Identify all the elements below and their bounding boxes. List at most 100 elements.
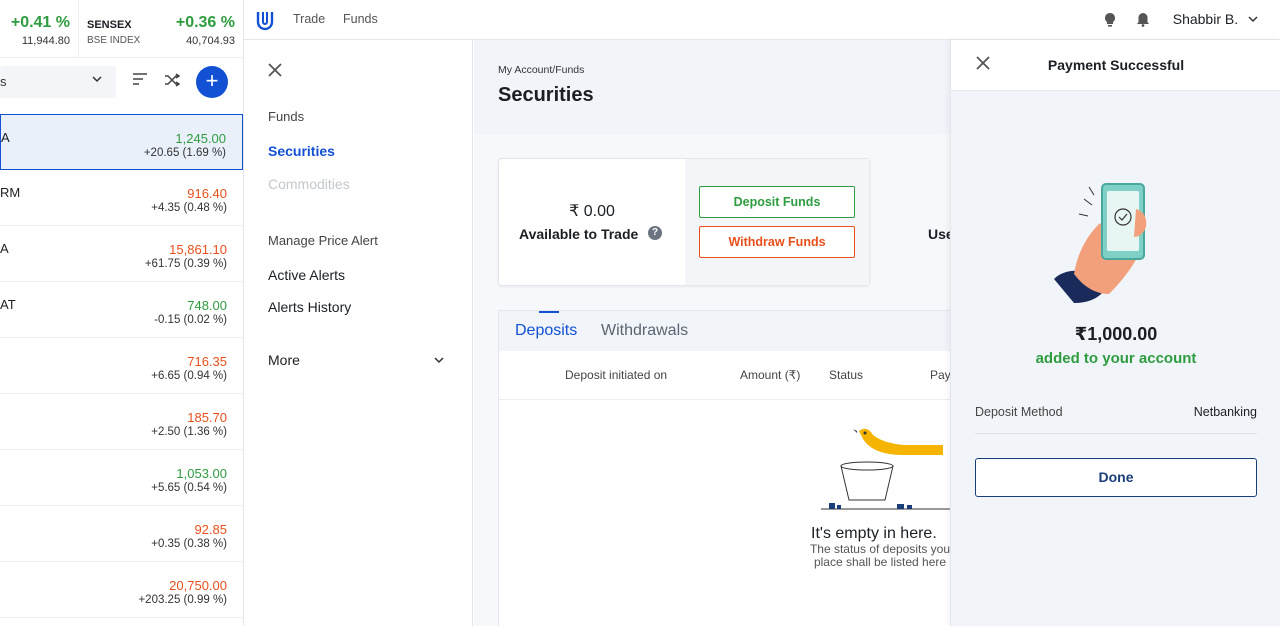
row-price: 15,861.10 [169,242,227,257]
row-price: 716.35 [187,354,227,369]
row-change: +5.65 (0.54 %) [151,482,227,494]
funds-main: My Account/Funds Securities ₹ 0.00 Avail… [474,40,950,626]
col-deposit-initiated: Deposit initiated on [565,368,668,382]
menu-funds-heading: Funds [268,109,305,124]
shuffle-icon[interactable] [163,72,181,90]
balance-info: ₹ 0.00 Available to Trade ? [499,159,685,285]
nav-trade[interactable]: Trade [293,12,325,26]
row-price: 92.85 [194,522,227,537]
user-name: Shabbir B. [1172,11,1239,27]
lightbulb-icon[interactable] [1104,12,1116,30]
index-value: 40,704.93 [186,35,235,47]
menu-item-alerts-history[interactable]: Alerts History [268,299,351,315]
empty-bird-illustration [809,421,950,511]
row-price: 185.70 [187,410,227,425]
row-symbol: A [1,130,10,145]
row-change: +4.35 (0.48 %) [151,202,227,214]
sort-icon[interactable] [131,72,149,90]
deposit-funds-button[interactable]: Deposit Funds [699,186,855,218]
watchlist-row[interactable]: 1,053.00 +5.65 (0.54 %) [0,450,243,506]
menu-alerts-heading: Manage Price Alert [268,233,378,248]
row-change: +20.65 (1.69 %) [143,147,226,159]
phone-success-illustration [1054,179,1164,304]
help-icon[interactable]: ? [648,226,662,240]
page-title: Securities [498,84,594,106]
bell-icon[interactable] [1136,12,1150,30]
menu-item-commodities[interactable]: Commodities [268,176,350,192]
watchlist-row[interactable]: 716.35 +6.65 (0.94 %) [0,338,243,394]
empty-state-title: It's empty in here. [811,525,937,542]
withdraw-funds-button[interactable]: Withdraw Funds [699,226,855,258]
watchlist-row[interactable]: A 1,245.00 +20.65 (1.69 %) [0,114,243,170]
watchlist-row[interactable]: 20,750.00 +203.25 (0.99 %) [0,562,243,618]
col-payment: Pay [930,368,950,382]
row-change: -0.15 (0.02 %) [154,314,227,326]
close-icon[interactable] [268,60,282,83]
tab-withdrawals[interactable]: Withdrawals [601,322,688,340]
chevron-down-icon [1248,11,1258,27]
chevron-down-icon [92,73,102,87]
user-menu[interactable]: Shabbir B. [1173,11,1258,27]
top-navbar: Trade Funds Shabbir B. [244,0,1280,40]
add-scrip-button[interactable]: + [196,66,228,98]
page-header: My Account/Funds Securities [474,40,950,134]
index-change: +0.36 % [175,14,235,31]
col-amount: Amount (₹) [740,368,801,382]
table-header: Deposit initiated on Amount (₹) Status P… [499,351,950,400]
watchlist-row[interactable]: RM 916.40 +4.35 (0.48 %) [0,170,243,226]
menu-item-active-alerts[interactable]: Active Alerts [268,267,345,283]
done-button[interactable]: Done [975,458,1257,497]
panel-body: ₹1,000.00 added to your account Deposit … [951,91,1280,626]
menu-item-more[interactable]: More [268,352,300,368]
row-change: +0.35 (0.38 %) [151,538,227,550]
deposit-method-row: Deposit Method Netbanking [975,402,1257,434]
row-symbol: A [0,241,9,256]
panel-header: Payment Successful [951,40,1280,91]
watchlist-panel: +0.41 % 11,944.80 SENSEX BSE INDEX +0.36… [0,0,244,626]
row-price: 1,245.00 [175,131,226,146]
watchlist-row[interactable]: 92.85 +0.35 (0.38 %) [0,506,243,562]
partial-text: Use [928,226,950,242]
index-card-sensex[interactable]: SENSEX BSE INDEX +0.36 % 40,704.93 [78,0,243,58]
watchlist-row[interactable]: 185.70 +2.50 (1.36 %) [0,394,243,450]
payment-success-panel: Payment Successful ₹1,000.00 added to yo… [950,40,1280,626]
row-symbol: AT [0,297,16,312]
payment-amount: ₹1,000.00 [1074,324,1158,344]
balance-amount: ₹ 0.00 [569,203,615,220]
watchlist-row[interactable]: A 15,861.10 +61.75 (0.39 %) [0,226,243,282]
fund-actions: Deposit Funds Withdraw Funds [685,159,869,285]
index-change: +0.41 % [10,14,70,31]
watchlist-select-value: s [0,74,7,89]
watchlist-select[interactable]: s [0,66,116,98]
account-menu: Funds Securities Commodities Manage Pric… [244,40,473,626]
row-symbol: RM [0,185,21,200]
index-exchange: BSE INDEX [87,35,141,46]
breadcrumb: My Account/Funds [498,64,585,76]
tab-indicator [539,311,559,313]
watchlist-row[interactable]: AT 748.00 -0.15 (0.02 %) [0,282,243,338]
chevron-down-icon[interactable] [434,354,444,368]
row-change: +2.50 (1.36 %) [151,426,227,438]
brand-logo-icon[interactable] [254,9,276,31]
row-price: 20,750.00 [169,578,227,593]
col-status: Status [829,368,864,382]
transactions-panel: Deposits Withdrawals Deposit initiated o… [498,310,950,626]
nav-funds[interactable]: Funds [343,12,378,26]
menu-item-securities[interactable]: Securities [268,143,335,159]
row-change: +61.75 (0.39 %) [144,258,227,270]
index-card-nifty[interactable]: +0.41 % 11,944.80 [0,0,78,58]
indices-bar: +0.41 % 11,944.80 SENSEX BSE INDEX +0.36… [0,0,243,58]
tabs-bar: Deposits Withdrawals [499,311,950,351]
balance-label: Available to Trade [519,226,639,242]
payment-added-text: added to your account [1035,350,1197,367]
deposit-method-label: Deposit Method [975,405,1063,419]
index-value: 11,944.80 [21,35,70,47]
row-price: 748.00 [187,298,227,313]
row-price: 916.40 [187,186,227,201]
balance-card: ₹ 0.00 Available to Trade ? Deposit Fund… [498,158,870,286]
watchlist-toolbar: s + [0,58,243,114]
index-name: SENSEX [87,19,132,31]
row-price: 1,053.00 [176,466,227,481]
tab-deposits[interactable]: Deposits [515,322,577,340]
row-change: +203.25 (0.99 %) [138,594,227,606]
